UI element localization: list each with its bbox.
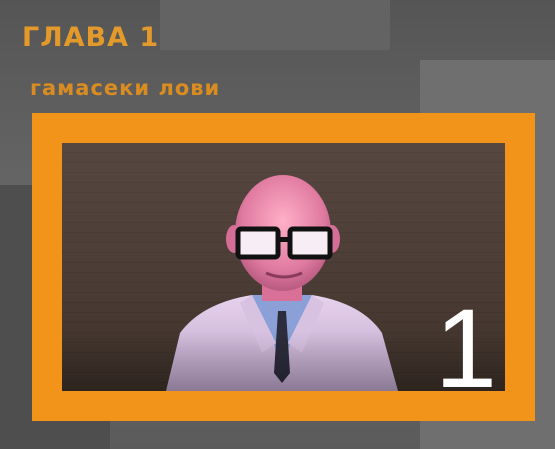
background-panel-top	[160, 0, 390, 50]
chapter-number: 1	[434, 286, 497, 392]
chapter-title: ГЛАВА 1	[22, 22, 160, 53]
chapter-thumbnail[interactable]: 1	[62, 143, 505, 391]
chapter-thumbnail-frame[interactable]: 1	[32, 113, 535, 421]
chapter-subtitle: гамасеки лови	[30, 76, 221, 100]
